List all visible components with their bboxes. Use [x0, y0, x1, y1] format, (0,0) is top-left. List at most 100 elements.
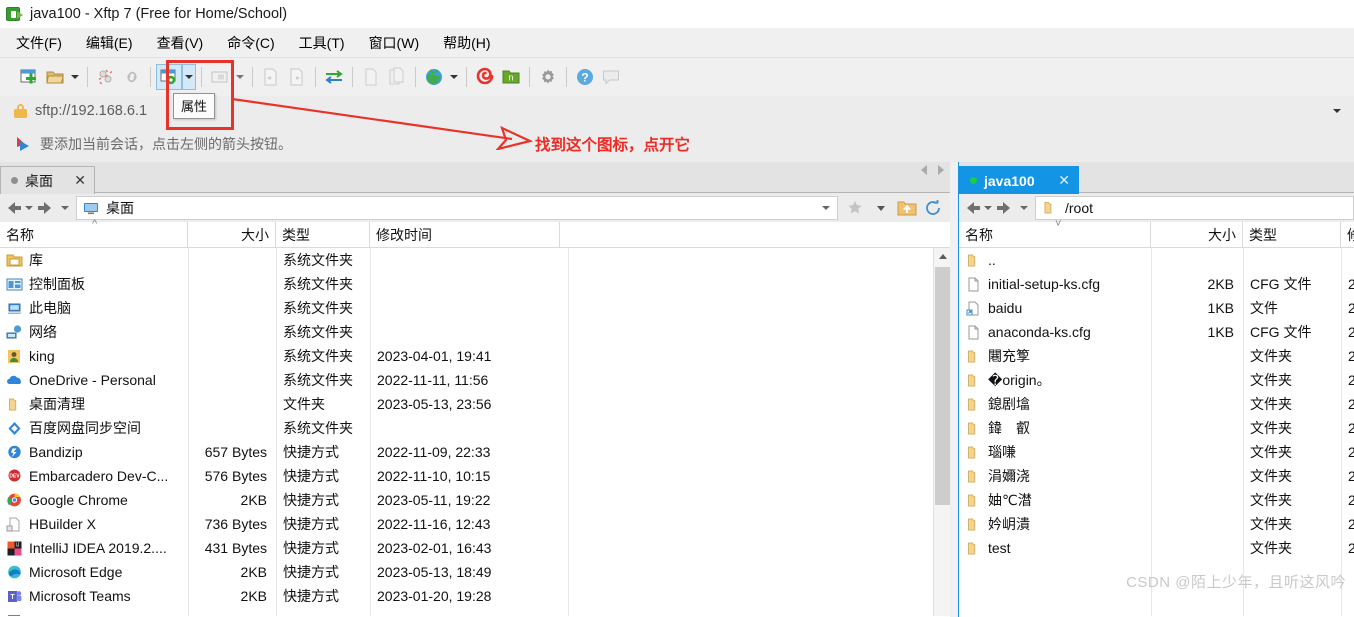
local-vertical-scrollbar[interactable]: [933, 248, 950, 616]
copy-button[interactable]: [258, 64, 284, 90]
open-session-button[interactable]: [42, 64, 68, 90]
menu-file[interactable]: 文件(F): [14, 31, 64, 55]
table-row[interactable]: king 系统文件夹 2023-04-01, 19:41: [0, 344, 950, 368]
reconnect-button[interactable]: [119, 64, 145, 90]
table-row[interactable]: 涓嬭浇 文件夹 2: [959, 464, 1354, 488]
gear-button[interactable]: [535, 64, 561, 90]
table-row[interactable]: 百度网盘同步空间 系统文件夹: [0, 416, 950, 440]
remote-path-input[interactable]: /root: [1035, 195, 1354, 220]
address-dropdown-icon[interactable]: [1320, 96, 1354, 126]
onedrive-icon: [6, 372, 23, 389]
table-row[interactable]: baidu 1KB 文件 2: [959, 296, 1354, 320]
table-row[interactable]: 鎴剧墖 文件夹 2: [959, 392, 1354, 416]
tab-desktop[interactable]: 桌面 ✕: [0, 166, 95, 194]
table-row[interactable]: HBuilder X 736 Bytes 快捷方式 2022-11-16, 12…: [0, 512, 950, 536]
local-path-dropdown[interactable]: [815, 197, 837, 219]
table-row[interactable]: test 文件夹 2: [959, 536, 1354, 560]
column-header-size[interactable]: 大小: [1151, 221, 1243, 248]
document-button[interactable]: [358, 64, 384, 90]
table-row-partial[interactable]: [0, 608, 950, 616]
menu-edit[interactable]: 编辑(E): [84, 31, 135, 55]
tab-java100[interactable]: java100 ✕: [959, 166, 1079, 194]
table-row[interactable]: OneDrive - Personal 系统文件夹 2022-11-11, 11…: [0, 368, 950, 392]
forward-dropdown[interactable]: [58, 193, 72, 223]
table-row[interactable]: Google Chrome 2KB 快捷方式 2023-05-11, 19:22: [0, 488, 950, 512]
open-session-dropdown[interactable]: [68, 64, 82, 90]
split-view-dropdown[interactable]: [233, 64, 247, 90]
column-header-size[interactable]: 大小: [188, 221, 276, 248]
documents-button[interactable]: [384, 64, 410, 90]
annotation-text: 找到这个图标，点开它: [535, 137, 691, 154]
menu-view[interactable]: 查看(V): [155, 31, 206, 55]
triangle-left-icon[interactable]: [921, 165, 927, 175]
back-dropdown[interactable]: [22, 193, 36, 223]
globe-button[interactable]: [421, 64, 447, 90]
column-header-mtime[interactable]: 修: [1341, 222, 1354, 248]
remote-file-list[interactable]: .. initial-setup-ks.cfg 2KB CFG 文件 2 bai…: [959, 248, 1354, 616]
table-row[interactable]: 鍏 叡 文件夹 2: [959, 416, 1354, 440]
refresh-icon[interactable]: [920, 195, 946, 221]
column-header-name[interactable]: 名称 ˅: [959, 218, 1151, 248]
local-path-input[interactable]: 桌面: [76, 195, 838, 220]
remote-tabstrip: java100 ✕: [959, 162, 1354, 194]
back-button[interactable]: [959, 193, 981, 223]
table-row[interactable]: 库 系统文件夹: [0, 248, 950, 272]
forward-dropdown[interactable]: [1017, 193, 1031, 223]
table-row[interactable]: Microsoft Edge 2KB 快捷方式 2023-05-13, 18:4…: [0, 560, 950, 584]
table-row[interactable]: 此电脑 系统文件夹: [0, 296, 950, 320]
back-button[interactable]: [0, 193, 22, 223]
xshell-button[interactable]: [472, 64, 498, 90]
table-row[interactable]: T Microsoft Teams 2KB 快捷方式 2023-01-20, 1…: [0, 584, 950, 608]
table-row[interactable]: DEV Embarcadero Dev-C... 576 Bytes 快捷方式 …: [0, 464, 950, 488]
column-header-mtime[interactable]: 修改时间: [370, 221, 560, 248]
forward-button[interactable]: [36, 193, 58, 223]
local-pane: 桌面 ✕ 桌面 名称 ^ 大小 类型 修改时间 库 系统文件夹 控制面板 系统文…: [0, 162, 950, 617]
table-row[interactable]: 闀充箰 文件夹 2: [959, 344, 1354, 368]
close-icon[interactable]: ✕: [1058, 172, 1070, 189]
column-header-type[interactable]: 类型: [1243, 221, 1341, 248]
svg-text:DEV: DEV: [9, 473, 20, 479]
scroll-up-button[interactable]: [934, 248, 950, 265]
star-icon[interactable]: [842, 195, 868, 221]
paste-button[interactable]: [284, 64, 310, 90]
disconnect-button[interactable]: [93, 64, 119, 90]
table-row[interactable]: �origin。 文件夹 2: [959, 368, 1354, 392]
back-dropdown[interactable]: [981, 193, 995, 223]
table-row[interactable]: initial-setup-ks.cfg 2KB CFG 文件 2: [959, 272, 1354, 296]
toolbar-separator: [529, 67, 530, 87]
feedback-button[interactable]: [598, 64, 624, 90]
table-row[interactable]: Bandizip 657 Bytes 快捷方式 2022-11-09, 22:3…: [0, 440, 950, 464]
new-session-button[interactable]: [16, 64, 42, 90]
menu-command[interactable]: 命令(C): [225, 31, 276, 55]
window-title: java100 - Xftp 7 (Free for Home/School): [30, 6, 288, 22]
scroll-thumb[interactable]: [935, 267, 950, 505]
forward-button[interactable]: [995, 193, 1017, 223]
properties-dropdown[interactable]: [182, 64, 196, 90]
transfer-button[interactable]: [321, 64, 347, 90]
table-row[interactable]: anaconda-ks.cfg 1KB CFG 文件 2: [959, 320, 1354, 344]
globe-dropdown[interactable]: [447, 64, 461, 90]
column-header-type[interactable]: 类型: [276, 221, 370, 248]
folder-up-icon[interactable]: [894, 195, 920, 221]
xftp-button[interactable]: n: [498, 64, 524, 90]
properties-button[interactable]: [156, 64, 182, 90]
toolbar-separator: [201, 67, 202, 87]
menu-window[interactable]: 窗口(W): [367, 31, 422, 55]
table-row[interactable]: IJ IntelliJ IDEA 2019.2.... 431 Bytes 快捷…: [0, 536, 950, 560]
table-row[interactable]: 桌面清理 文件夹 2023-05-13, 23:56: [0, 392, 950, 416]
table-row[interactable]: 瑙嗛 文件夹 2: [959, 440, 1354, 464]
split-view-button[interactable]: [207, 64, 233, 90]
local-file-list[interactable]: 库 系统文件夹 控制面板 系统文件夹 此电脑 系统文件夹 网络 系统文件夹 ki…: [0, 248, 950, 616]
star-dropdown-icon[interactable]: [868, 195, 894, 221]
table-row[interactable]: 控制面板 系统文件夹: [0, 272, 950, 296]
table-row[interactable]: 妗岄潰 文件夹 2: [959, 512, 1354, 536]
triangle-right-icon[interactable]: [938, 165, 944, 175]
help-button[interactable]: ?: [572, 64, 598, 90]
table-row[interactable]: ..: [959, 248, 1354, 272]
table-row[interactable]: 网络 系统文件夹: [0, 320, 950, 344]
column-header-name[interactable]: 名称 ^: [0, 218, 188, 248]
menu-tools[interactable]: 工具(T): [297, 31, 347, 55]
close-icon[interactable]: ✕: [74, 172, 86, 189]
menu-help[interactable]: 帮助(H): [441, 31, 492, 55]
table-row[interactable]: 妯℃澘 文件夹 2: [959, 488, 1354, 512]
